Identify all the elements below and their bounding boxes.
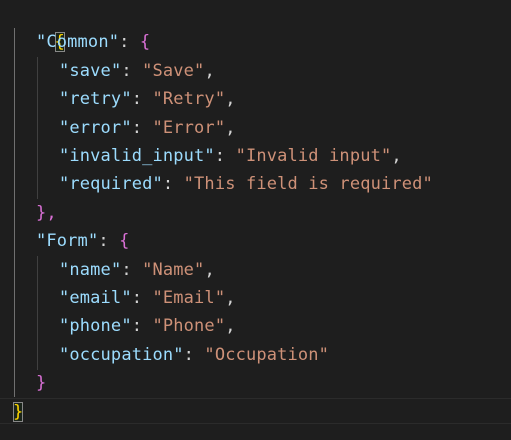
entry-value: "Error" <box>152 117 226 138</box>
root-close-brace: } <box>13 401 24 422</box>
entry-value: "Name" <box>142 259 205 280</box>
code-line: "name": "Name", <box>59 259 215 280</box>
section-key: "Common" <box>36 32 120 53</box>
entry-key: "occupation" <box>59 344 184 365</box>
entry-key: "save" <box>59 60 122 81</box>
entry-value: "Phone" <box>152 316 226 337</box>
entry-key: "invalid_input" <box>59 146 215 166</box>
code-line: "retry": "Retry", <box>59 89 236 110</box>
entry-value: "Email" <box>152 288 226 308</box>
entry-key: "email" <box>59 288 132 308</box>
code-line: } <box>36 369 46 397</box>
code-editor[interactable]: { "Common": { "save": "Save", "retry": "… <box>0 0 511 440</box>
entry-key: "name" <box>59 259 122 280</box>
section-close-brace: }, <box>36 202 57 223</box>
entry-key: "phone" <box>59 316 132 337</box>
entry-value: "Save" <box>142 60 205 81</box>
code-line: "Common": { <box>36 32 151 53</box>
code-line: } <box>13 398 24 426</box>
section-open-brace: { <box>139 32 151 53</box>
code-line: "Form": { <box>36 231 130 252</box>
entry-value: "Retry" <box>152 89 226 110</box>
entry-key: "required" <box>59 174 163 195</box>
code-line: "required": "This field is required" <box>59 174 433 195</box>
entry-key: "retry" <box>59 89 132 110</box>
code-line: "error": "Error", <box>59 117 236 138</box>
code-line: }, <box>36 199 57 227</box>
entry-value: "This field is required" <box>183 174 433 195</box>
section-key: "Form" <box>36 231 99 252</box>
current-line-highlight <box>0 398 511 424</box>
section-close-brace: } <box>36 373 47 394</box>
entry-value: "Occupation" <box>204 344 330 365</box>
indent-guide-common <box>37 57 38 199</box>
entry-key: "error" <box>59 117 132 138</box>
code-line: { <box>13 0 65 53</box>
code-line: "save": "Save", <box>59 60 215 81</box>
section-open-brace: { <box>119 231 130 252</box>
code-line: "email": "Email", <box>59 288 236 308</box>
code-line: "invalid_input": "Invalid input", <box>59 146 402 166</box>
entry-value: "Invalid input" <box>235 146 392 166</box>
code-line: "occupation": "Occupation" <box>59 344 330 365</box>
code-line: "phone": "Phone", <box>59 316 236 337</box>
indent-guide-form <box>37 256 38 370</box>
